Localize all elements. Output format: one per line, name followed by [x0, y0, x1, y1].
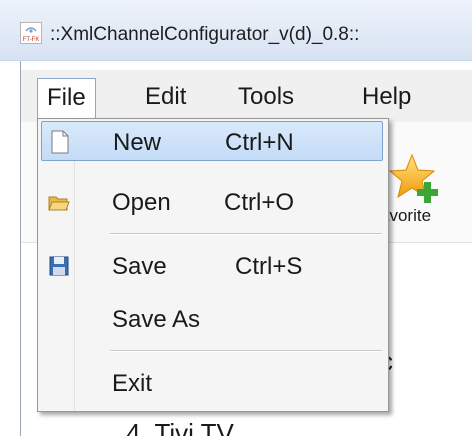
window-title: ::XmlChannelConfigurator_v(d)_0.8:: — [50, 24, 360, 45]
menu-item-label: New — [113, 129, 162, 156]
menu-item-open[interactable]: Open Ctrl+O — [41, 182, 383, 222]
menu-edit[interactable]: Edit — [136, 78, 195, 116]
menu-help[interactable]: Help — [353, 78, 420, 116]
menu-item-label: Save — [112, 253, 167, 280]
menu-item-shortcut: Ctrl+O — [224, 189, 295, 216]
app-icon-text: FT-FK — [23, 37, 40, 43]
file-dropdown-menu: New Ctrl+N Open Ctrl+O Save Ctrl+S Save … — [37, 118, 389, 412]
menu-item-label: Save As — [112, 306, 201, 333]
list-item[interactable]: 4. Tivi TV — [126, 418, 234, 436]
menu-item-label: Open — [112, 189, 171, 216]
menu-item-save[interactable]: Save Ctrl+S — [41, 246, 383, 286]
app-icon: FT-FK — [20, 22, 42, 44]
app-window: FT-FK ::XmlChannelConfigurator_v(d)_0.8:… — [0, 0, 472, 436]
menu-item-label: Exit — [112, 370, 153, 397]
menu-item-shortcut: Ctrl+S — [235, 253, 303, 280]
menu-tools[interactable]: Tools — [229, 78, 303, 116]
menu-separator — [110, 233, 382, 235]
title-bar: FT-FK ::XmlChannelConfigurator_v(d)_0.8:… — [0, 0, 472, 61]
menu-separator — [110, 350, 382, 352]
menu-item-shortcut: Ctrl+N — [225, 129, 294, 156]
menu-item-save-as[interactable]: Save As — [41, 299, 383, 339]
menu-item-exit[interactable]: Exit — [41, 363, 383, 403]
menu-file[interactable]: File — [37, 78, 96, 119]
floppy-disk-icon — [49, 256, 69, 276]
star-add-icon[interactable] — [388, 152, 444, 208]
new-document-icon — [51, 130, 69, 154]
open-folder-icon — [48, 196, 70, 211]
menu-item-new[interactable]: New Ctrl+N — [41, 121, 383, 161]
